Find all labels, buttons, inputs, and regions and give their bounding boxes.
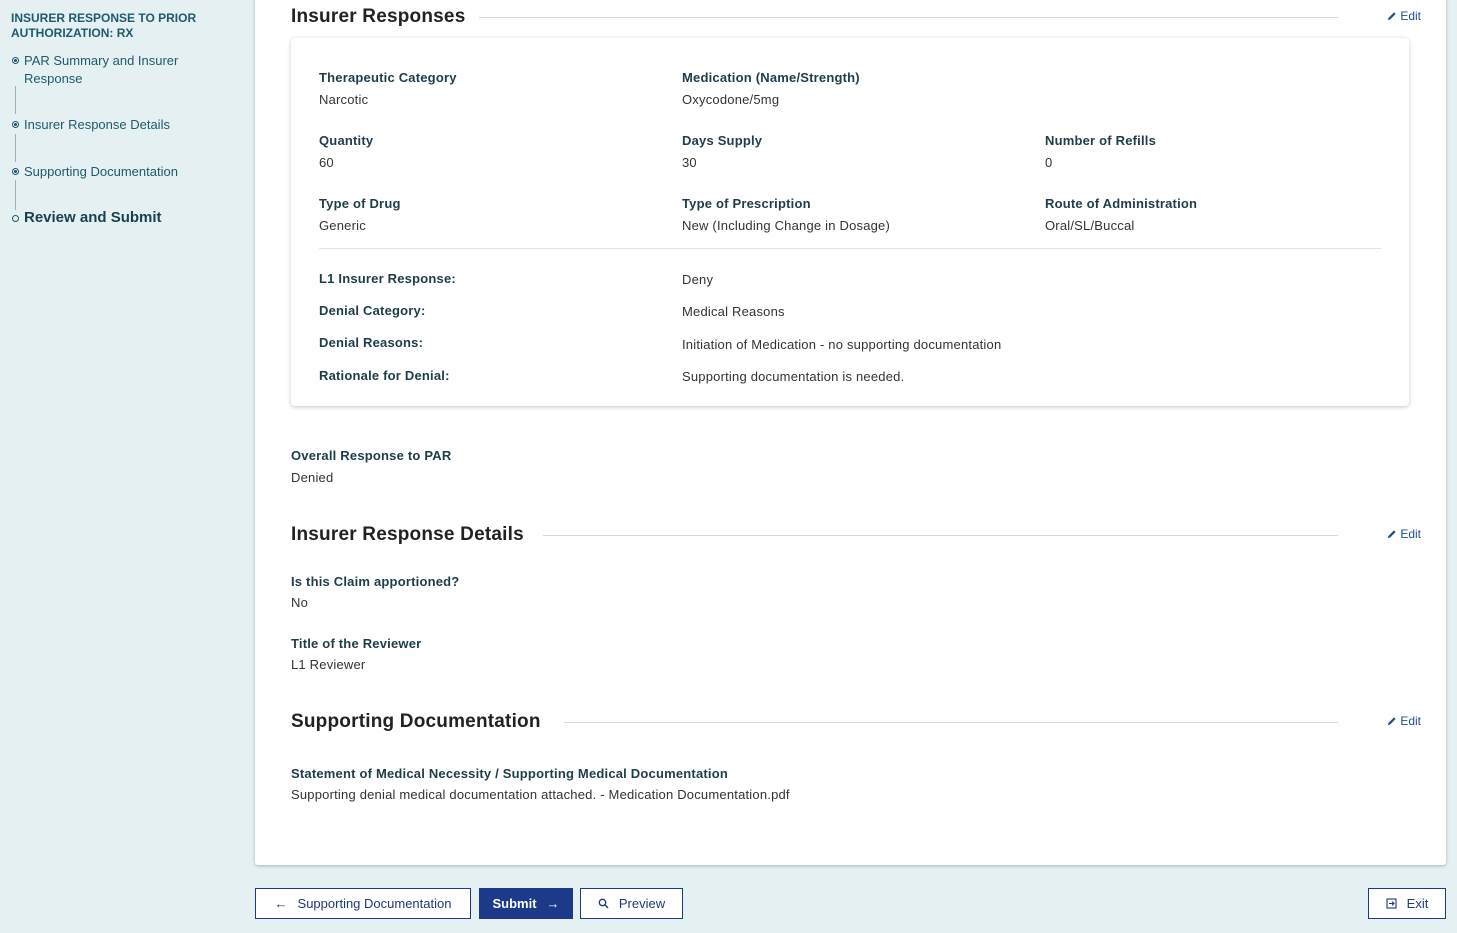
sidebar-item-insurer-response-details[interactable]: Insurer Response Details (11, 116, 216, 134)
search-icon (598, 898, 609, 909)
therapeutic-category-field: Therapeutic Category Narcotic (319, 70, 457, 107)
pencil-icon (1388, 717, 1396, 725)
step-current-icon (12, 215, 19, 222)
refills-field: Number of Refills 0 (1045, 133, 1157, 170)
edit-supporting-docs-link[interactable]: Edit (1387, 714, 1421, 728)
exit-icon (1386, 898, 1397, 909)
section-divider (471, 17, 1338, 18)
edit-response-details-link[interactable]: Edit (1387, 527, 1421, 541)
apportioned-field: Is this Claim apportioned? No (291, 574, 460, 610)
quantity-field: Quantity 60 (319, 133, 374, 170)
exit-button[interactable]: Exit (1368, 888, 1446, 919)
pencil-icon (1388, 12, 1396, 20)
supporting-documentation-header: Supporting Documentation Edit (291, 710, 1421, 734)
l1-response-value: Deny (682, 272, 714, 287)
edit-insurer-responses-link[interactable]: Edit (1387, 9, 1421, 23)
step-complete-icon (12, 57, 19, 64)
sidebar-item-review-and-submit[interactable]: Review and Submit (11, 209, 216, 227)
denial-category-label: Denial Category: (319, 303, 426, 318)
sidebar-item-par-summary[interactable]: PAR Summary and Insurer Response (11, 52, 216, 88)
pencil-icon (1388, 530, 1396, 538)
nav-connector (15, 86, 16, 114)
step-complete-icon (12, 121, 19, 128)
sidebar-item-supporting-documentation[interactable]: Supporting Documentation (11, 163, 216, 181)
route-field: Route of Administration Oral/SL/Buccal (1045, 196, 1198, 233)
section-title: Insurer Responses (291, 5, 480, 29)
denial-reasons-label: Denial Reasons: (319, 335, 424, 350)
sidebar-item-label: PAR Summary and Insurer Response (24, 53, 179, 86)
section-divider (564, 722, 1338, 723)
drug-type-field: Type of Drug Generic (319, 196, 401, 233)
section-title: Insurer Response Details (291, 523, 538, 547)
insurer-response-details-header: Insurer Response Details Edit (291, 523, 1421, 547)
insurer-response-card: Therapeutic Category Narcotic Medication… (291, 38, 1409, 406)
medication-field: Medication (Name/Strength) Oxycodone/5mg (682, 70, 860, 107)
prescription-type-field: Type of Prescription New (Including Chan… (682, 196, 891, 233)
medical-necessity-field: Statement of Medical Necessity / Support… (291, 766, 790, 802)
denial-category-value: Medical Reasons (682, 304, 785, 319)
reviewer-title-field: Title of the Reviewer L1 Reviewer (291, 636, 422, 672)
rationale-label: Rationale for Denial: (319, 368, 450, 383)
sidebar-item-label: Insurer Response Details (24, 117, 170, 132)
card-divider (319, 248, 1381, 249)
nav-connector (15, 134, 16, 162)
back-supporting-documentation-button[interactable]: ← Supporting Documentation (255, 888, 471, 919)
preview-button[interactable]: Preview (580, 888, 683, 919)
sidebar-item-label: Supporting Documentation (24, 164, 178, 179)
review-panel: Insurer Responses Edit Therapeutic Categ… (255, 0, 1446, 865)
step-complete-icon (12, 168, 19, 175)
days-supply-field: Days Supply 30 (682, 133, 763, 170)
section-title: Supporting Documentation (291, 710, 555, 734)
rationale-value: Supporting documentation is needed. (682, 369, 905, 384)
l1-response-label: L1 Insurer Response: (319, 271, 456, 286)
arrow-right-icon: → (546, 896, 560, 911)
denial-reasons-value: Initiation of Medication - no supporting… (682, 337, 1002, 352)
submit-button[interactable]: Submit → (479, 888, 573, 919)
arrow-left-icon: ← (274, 896, 288, 911)
overall-response-field: Overall Response to PAR Denied (291, 448, 452, 485)
insurer-responses-header: Insurer Responses Edit (291, 5, 1421, 29)
section-divider (543, 535, 1338, 536)
sidebar-title: INSURER RESPONSE TO PRIOR AUTHORIZATION:… (11, 11, 197, 40)
nav-connector (15, 180, 16, 210)
sidebar-item-label: Review and Submit (24, 209, 162, 226)
